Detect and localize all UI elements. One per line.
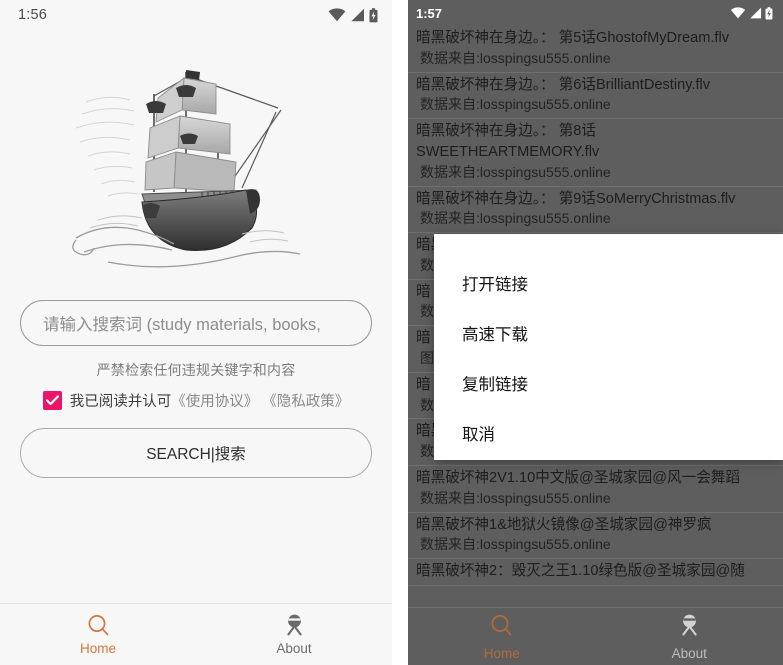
result-title: 暗黑破坏神在身边。： 第5话GhostofMyDream.flv	[416, 30, 729, 46]
result-source: 数据来自:losspingsu555.online	[420, 49, 611, 66]
right-status-bar-icons	[730, 6, 773, 20]
result-row[interactable]: 暗黑破坏神1&地狱火镜像@圣城家园@神罗疯 数据来自:losspingsu555…	[408, 513, 783, 560]
dialog-item-fast-download[interactable]: 高速下载	[434, 308, 783, 358]
nav-item-about-label: About	[671, 645, 707, 661]
result-row[interactable]: 暗黑破坏神2V1.10中文版@圣城家园@风一会舞蹈 数据来自:losspings…	[408, 466, 783, 513]
sailing-ship-sketch-illustration	[46, 42, 346, 292]
right-bottom-navigation-bar: Home About	[408, 607, 783, 665]
result-title: 暗黑破坏神2：毁灭之王1.10绿色版@圣城家园@随	[416, 563, 745, 580]
result-row[interactable]: 暗黑破坏神在身边。： 第8话 SWEETHEARTMEMORY.flv 数据来自…	[408, 119, 783, 187]
status-bar-clock: 1:56	[18, 7, 48, 23]
left-phone-screen: 1:56 请输入搜索词 (study materials, books, 严禁检…	[0, 0, 392, 665]
result-title: 暗黑破坏神在身边。： 第6话BrilliantDestiny.flv	[416, 76, 711, 93]
search-button[interactable]: SEARCH|搜索	[20, 428, 372, 478]
result-source: 数据来自:losspingsu555.online	[420, 536, 611, 553]
right-status-bar-clock: 1:57	[416, 5, 443, 21]
result-title: 暗黑破坏神在身边。： 第9话SoMerryChristmas.flv	[416, 190, 736, 207]
privacy-link[interactable]: 《隐私政策》	[262, 394, 349, 410]
right-status-bar: 1:57	[408, 0, 783, 26]
result-source: 数据来自:losspingsu555.online	[420, 210, 611, 227]
search-input[interactable]: 请输入搜索词 (study materials, books,	[20, 300, 372, 346]
terms-link[interactable]: 《使用协议》	[171, 394, 258, 410]
result-row[interactable]: 暗黑破坏神2：毁灭之王1.10绿色版@圣城家园@随	[408, 559, 783, 586]
nav-item-home[interactable]: Home	[0, 604, 196, 665]
search-icon	[489, 613, 514, 643]
right-app-surface: 1:57 暗黑破坏神在身边。： 第5话GhostofMyDream.flv 数据…	[408, 0, 783, 665]
status-bar: 1:56	[0, 0, 392, 30]
link-action-dialog: 打开链接 高速下载 复制链接 取消	[434, 234, 783, 460]
result-source: 数据来自:losspingsu555.online	[420, 489, 611, 506]
wifi-icon	[730, 7, 746, 19]
nav-item-home-label: Home	[483, 645, 520, 661]
agreement-prefix: 我已阅读并认可	[69, 394, 172, 410]
result-source: 数据来自:losspingsu555.online	[420, 163, 611, 180]
hero-illustration-area	[0, 30, 392, 300]
result-row[interactable]: 暗黑破坏神在身边。： 第5话GhostofMyDream.flv 数据来自:lo…	[408, 26, 783, 73]
battery-charging-icon	[765, 6, 773, 20]
status-bar-icons	[328, 7, 378, 23]
wifi-icon	[328, 8, 346, 22]
signal-icon	[749, 7, 762, 19]
nav-item-home-label: Home	[79, 641, 116, 656]
agreement-row[interactable]: 我已阅读并认可《使用协议》 《隐私政策》	[20, 390, 372, 411]
left-content-spacer	[0, 478, 392, 603]
nav-item-about-label: About	[276, 641, 312, 656]
dialog-item-open-link[interactable]: 打开链接	[434, 258, 783, 308]
nav-item-about[interactable]: About	[596, 608, 783, 665]
dual-screenshot-container: 1:56 请输入搜索词 (study materials, books, 严禁检…	[0, 0, 783, 665]
nav-item-home[interactable]: Home	[408, 608, 596, 665]
person-info-icon	[677, 613, 702, 643]
right-phone-screen: 1:57 暗黑破坏神在身边。： 第5话GhostofMyDream.flv 数据…	[392, 0, 783, 665]
agreement-checkbox[interactable]	[42, 391, 62, 410]
result-source: 数据来自:losspingsu555.online	[420, 96, 611, 113]
result-title: 暗黑破坏神在身边。： 第8话 SWEETHEARTMEMORY.flv	[416, 123, 600, 160]
search-input-placeholder: 请输入搜索词 (study materials, books,	[43, 316, 321, 334]
battery-charging-icon	[369, 7, 378, 23]
search-icon	[86, 613, 111, 638]
compliance-notice: 严禁检索任何违规关键字和内容	[96, 362, 296, 378]
result-row[interactable]: 暗黑破坏神在身边。： 第6话BrilliantDestiny.flv 数据来自:…	[408, 73, 783, 120]
search-form-area: 请输入搜索词 (study materials, books, 严禁检索任何违规…	[0, 300, 392, 478]
dialog-item-copy-link[interactable]: 复制链接	[434, 358, 783, 408]
bottom-navigation-bar: Home About	[0, 603, 392, 665]
dialog-item-cancel[interactable]: 取消	[434, 408, 783, 458]
result-title: 暗黑破坏神1&地狱火镜像@圣城家园@神罗疯	[416, 516, 712, 533]
signal-icon	[350, 8, 365, 22]
result-title: 暗黑破坏神2V1.10中文版@圣城家园@风一会舞蹈	[416, 470, 740, 487]
nav-item-about[interactable]: About	[196, 604, 392, 665]
result-row[interactable]: 暗黑破坏神在身边。： 第9话SoMerryChristmas.flv 数据来自:…	[408, 187, 783, 234]
agreement-text: 我已阅读并认可《使用协议》 《隐私政策》	[70, 390, 350, 411]
person-info-icon	[282, 613, 307, 638]
